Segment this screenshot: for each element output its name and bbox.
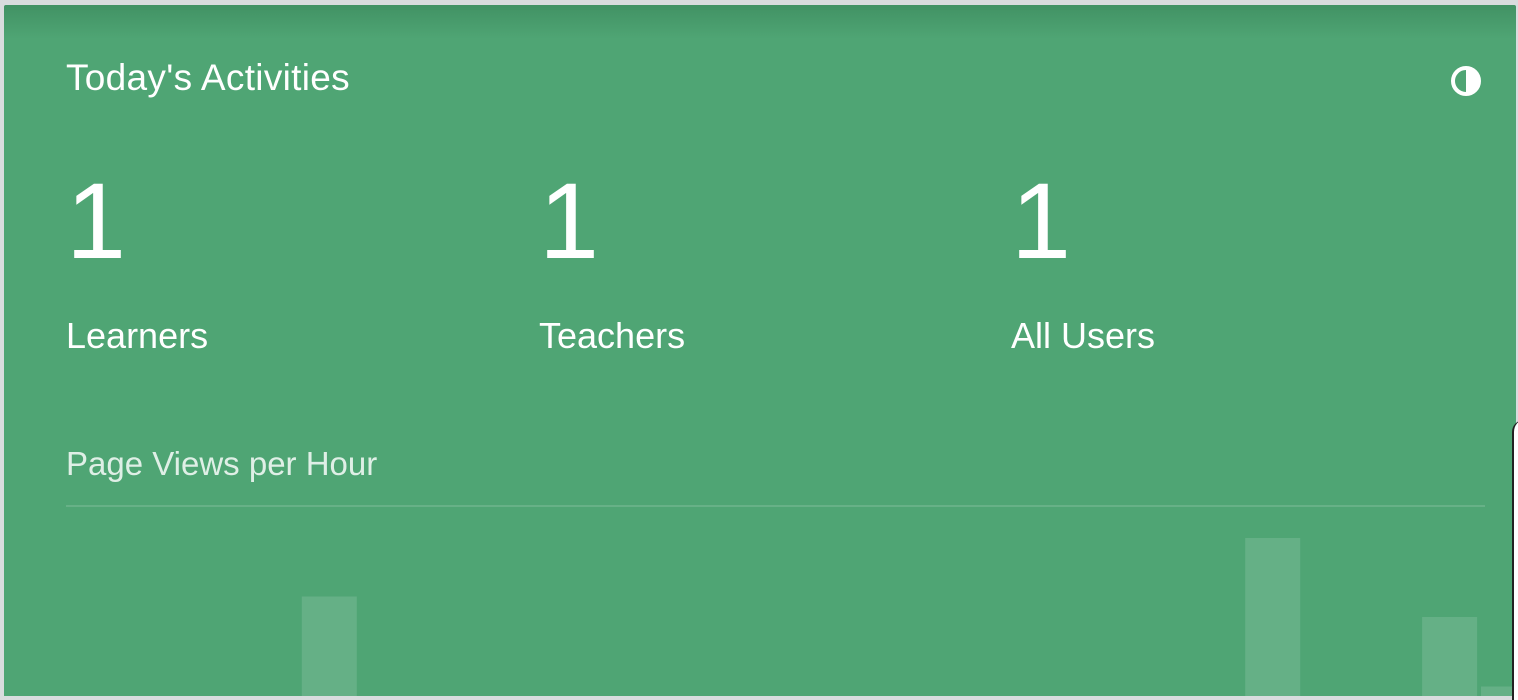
chart-bar-hour-23	[1422, 617, 1478, 696]
page-views-bar-chart	[301, 538, 1516, 696]
todays-activities-card: Today's Activities 1 Learners 1 Teachers…	[4, 5, 1516, 696]
chart-bar-hour-4	[301, 596, 357, 696]
chart-bar-hour-20	[1245, 538, 1301, 696]
adjacent-panel-edge	[1512, 420, 1518, 700]
chart-bar-hour-24	[1481, 686, 1516, 696]
